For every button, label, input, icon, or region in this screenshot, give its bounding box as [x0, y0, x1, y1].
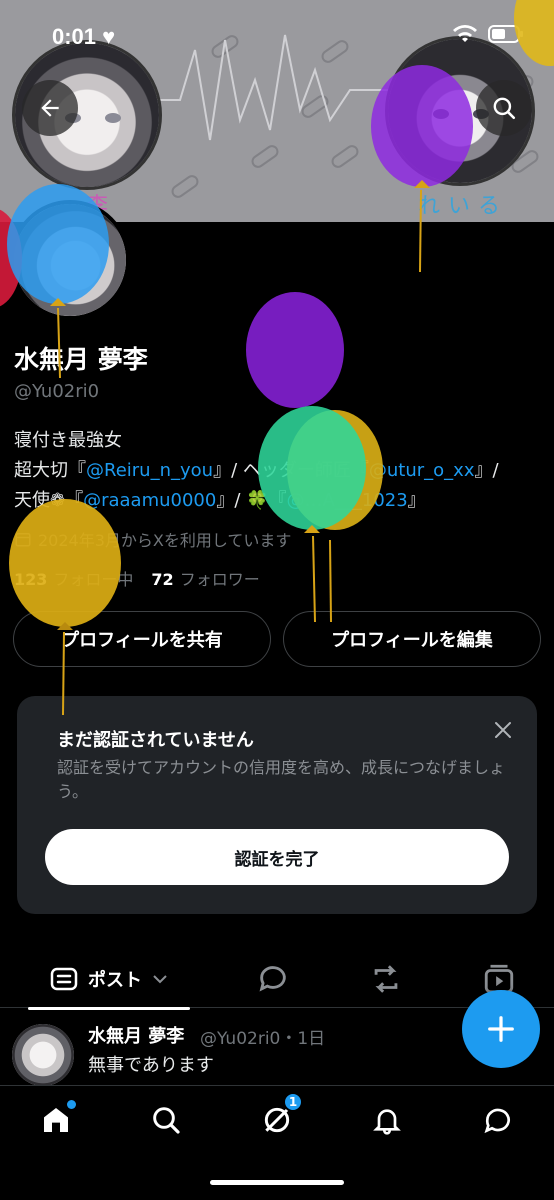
nav-home[interactable]: [36, 1100, 76, 1140]
profile-bio: 寝付き最強女 超大切『@Reiru_n_you』/ ヘッダー師匠『@utur_o…: [14, 426, 499, 516]
post-text: 無事であります: [88, 1055, 214, 1076]
share-profile-button[interactable]: プロフィールを共有: [13, 611, 271, 667]
heart-icon: ♥: [102, 24, 116, 49]
notification-dot: [67, 1100, 76, 1109]
bell-icon: [373, 1109, 401, 1135]
tab-posts-label: ポスト: [88, 970, 142, 991]
joined-date: 2024年3月からXを利用しています: [14, 527, 291, 551]
home-indicator: [210, 1180, 344, 1185]
home-icon: [44, 1108, 68, 1132]
calendar-icon: [15, 533, 31, 547]
complete-verification-button[interactable]: 認証を完了: [45, 829, 509, 885]
replies-tab-icon[interactable]: [256, 962, 290, 996]
compose-post-button[interactable]: [462, 990, 540, 1068]
follow-stats: 123 フォロー中 72 フォロワー: [14, 566, 260, 590]
wifi-icon: [453, 25, 477, 42]
battery-icon: [488, 25, 523, 43]
pill-pattern: [168, 172, 202, 201]
mention-link[interactable]: @…A___1023: [287, 490, 408, 511]
profile-avatar[interactable]: [10, 200, 130, 320]
following-link[interactable]: 123 フォロー中: [14, 566, 133, 590]
nav-search[interactable]: [146, 1100, 186, 1140]
close-icon[interactable]: [491, 718, 515, 742]
repost-tab-icon[interactable]: [369, 962, 403, 996]
chevron-down-icon: [153, 975, 167, 984]
post-meta: @Yu02ri0・1日: [200, 1029, 326, 1049]
tab-posts[interactable]: ポスト: [28, 950, 190, 1010]
status-time: 0:01 ♥: [52, 24, 116, 49]
banner-text-right: れいる: [418, 194, 509, 219]
edit-profile-button[interactable]: プロフィールを編集: [283, 611, 541, 667]
back-button[interactable]: [22, 80, 78, 136]
mention-link[interactable]: @Reiru_n_you: [86, 460, 213, 481]
profile-name: 水無月 夢李: [14, 345, 148, 374]
nav-grok[interactable]: 1: [257, 1092, 303, 1140]
bio-line: 天使❁『@raaamu0000』/ 🍀『@…A___1023』: [14, 490, 426, 511]
post-avatar[interactable]: [12, 1024, 74, 1085]
arrow-left-icon: [41, 99, 59, 117]
verification-description: 認証を受けてアカウントの信用度を高め、成長につなげましょう。: [57, 758, 506, 801]
profile-tabs: ポスト: [0, 950, 554, 1010]
bio-line: 寝付き最強女: [14, 430, 122, 451]
nav-notifications[interactable]: [367, 1100, 407, 1140]
status-icons: [452, 24, 524, 44]
mention-link[interactable]: @raaamu0000: [83, 490, 216, 511]
nav-messages[interactable]: [478, 1100, 518, 1140]
followers-link[interactable]: 72 フォロワー: [151, 566, 259, 590]
posts-tab-icon: [50, 967, 78, 991]
mention-link[interactable]: @utur_o_xx: [369, 460, 475, 481]
balloon-violet: [246, 292, 344, 408]
verification-title: まだ認証されていません: [57, 730, 254, 751]
profile-handle: @Yu02ri0: [14, 381, 100, 402]
messages-badge: 1: [283, 1092, 303, 1112]
verification-card: まだ認証されていません 認証を受けてアカウントの信用度を高め、成長につなげましょ…: [17, 696, 537, 914]
heartbeat-line: [150, 34, 390, 141]
search-icon: [493, 97, 516, 120]
chat-bubble-icon: [484, 1108, 510, 1134]
plus-icon: [488, 1016, 514, 1042]
bio-line: 超大切『@Reiru_n_you』/ ヘッダー師匠『@utur_o_xx』/: [14, 460, 499, 481]
post-author: 水無月 夢李: [88, 1026, 185, 1047]
search-button[interactable]: [476, 80, 532, 136]
search-icon: [153, 1107, 180, 1134]
